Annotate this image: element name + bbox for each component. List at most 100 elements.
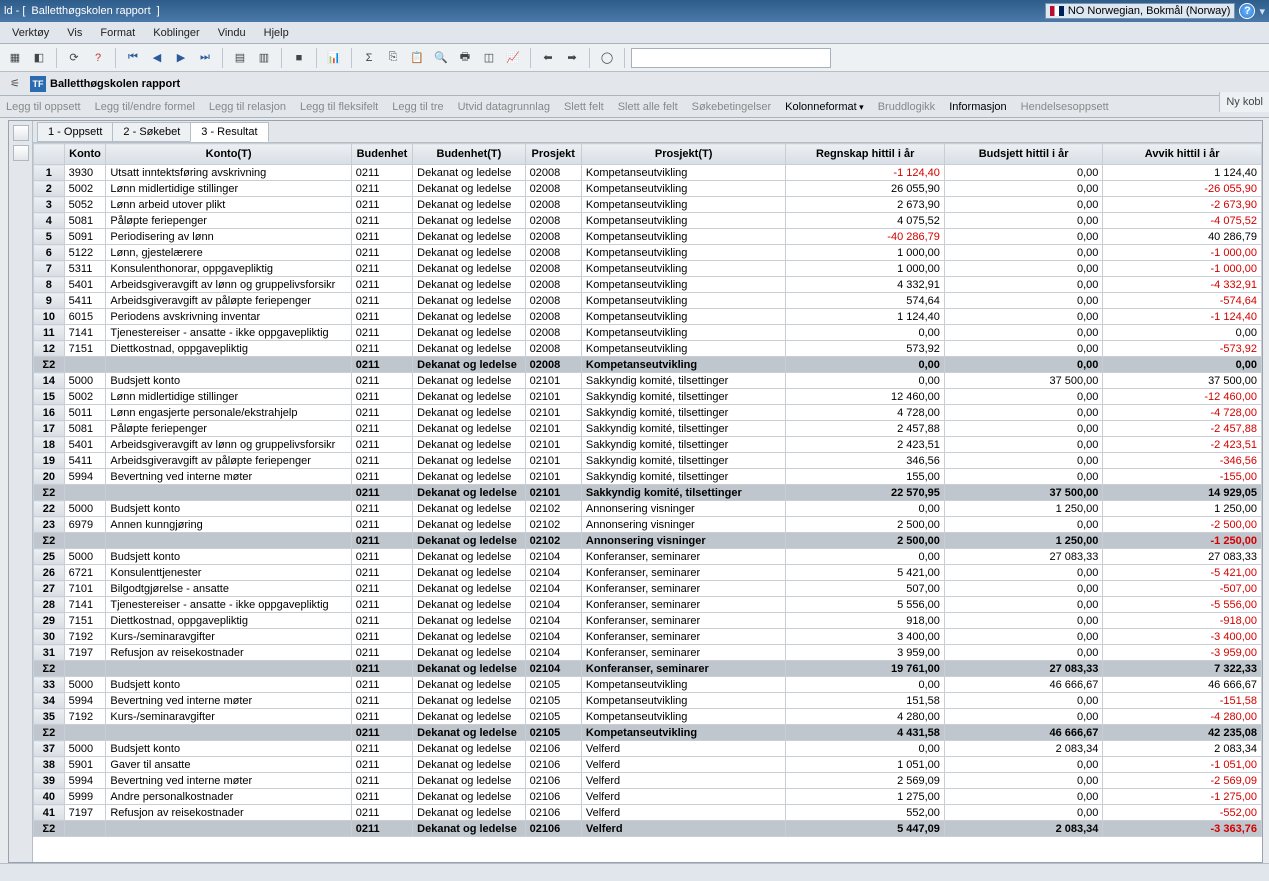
- table-row[interactable]: 45081Påløpte feriepenger0211Dekanat og l…: [34, 213, 1262, 229]
- nav-first-icon[interactable]: ⏮: [122, 47, 144, 69]
- menu-vindu[interactable]: Vindu: [210, 25, 254, 41]
- table-row[interactable]: 127151Diettkostnad, oppgavepliktig0211De…: [34, 341, 1262, 357]
- table-row[interactable]: 95411Arbeidsgiveravgift av påløpte ferie…: [34, 293, 1262, 309]
- tab-oppsett[interactable]: 1 - Oppsett: [37, 122, 113, 142]
- table-row[interactable]: Σ20211Dekanat og ledelse02008Kompetanseu…: [34, 357, 1262, 373]
- grid-scroll[interactable]: Konto Konto(T) Budenhet Budenhet(T) Pros…: [33, 143, 1262, 862]
- table-row[interactable]: 175081Påløpte feriepenger0211Dekanat og …: [34, 421, 1262, 437]
- table-row[interactable]: 345994Bevertning ved interne møter0211De…: [34, 693, 1262, 709]
- table-row[interactable]: 195411Arbeidsgiveravgift av påløpte feri…: [34, 453, 1262, 469]
- menu-vis[interactable]: Vis: [59, 25, 90, 41]
- toolbar-grid2-icon[interactable]: ▥: [253, 47, 275, 69]
- table-row[interactable]: 277101Bilgodtgjørelse - ansatte0211Dekan…: [34, 581, 1262, 597]
- table-row[interactable]: 155002Lønn midlertidige stillinger0211De…: [34, 389, 1262, 405]
- table-row[interactable]: 255000Budsjett konto0211Dekanat og ledel…: [34, 549, 1262, 565]
- table-row[interactable]: 405999Andre personalkostnader0211Dekanat…: [34, 789, 1262, 805]
- language-selector[interactable]: NO Norwegian, Bokmål (Norway): [1045, 3, 1236, 19]
- table-row[interactable]: 395994Bevertning ved interne møter0211De…: [34, 773, 1262, 789]
- toolbar-print-icon[interactable]: 🖶: [454, 47, 476, 69]
- gutter-btn-1[interactable]: [13, 125, 29, 141]
- table-row[interactable]: 236979Annen kunngjøring0211Dekanat og le…: [34, 517, 1262, 533]
- ribbon-informasjon[interactable]: Informasjon: [947, 101, 1008, 113]
- menu-verktoy[interactable]: Verktøy: [4, 25, 57, 41]
- toolbar-circle-icon[interactable]: ◯: [596, 47, 618, 69]
- tab-sokebet[interactable]: 2 - Søkebet: [112, 122, 191, 142]
- table-row[interactable]: 35052Lønn arbeid utover plikt0211Dekanat…: [34, 197, 1262, 213]
- toolbar-pivot-icon[interactable]: ◫: [478, 47, 500, 69]
- ribbon-slett-alle[interactable]: Slett alle felt: [616, 101, 680, 113]
- table-row[interactable]: 55091Periodisering av lønn0211Dekanat og…: [34, 229, 1262, 245]
- right-panel-button[interactable]: Ny kobl: [1219, 92, 1269, 112]
- toolbar-sum-icon[interactable]: Σ: [358, 47, 380, 69]
- nav-prev-icon[interactable]: ◀: [146, 47, 168, 69]
- table-row[interactable]: Σ20211Dekanat og ledelse02106Velferd5 44…: [34, 821, 1262, 837]
- toolbar-grid-icon[interactable]: ▤: [229, 47, 251, 69]
- col-konto[interactable]: Konto: [64, 144, 106, 165]
- table-row[interactable]: 317197Refusjon av reisekostnader0211Deka…: [34, 645, 1262, 661]
- table-row[interactable]: 13930Utsatt inntektsføring avskrivning02…: [34, 165, 1262, 181]
- col-budsjett[interactable]: Budsjett hittil i år: [944, 144, 1103, 165]
- toolbar-help[interactable]: ?: [87, 47, 109, 69]
- toolbar-preview-icon[interactable]: 🔍: [430, 47, 452, 69]
- table-row[interactable]: 65122Lønn, gjestelærere0211Dekanat og le…: [34, 245, 1262, 261]
- toolbar-arrow-right-icon[interactable]: ➡: [561, 47, 583, 69]
- ribbon-kolonneformat[interactable]: Kolonneformat: [783, 101, 866, 113]
- toolbar-btn-2[interactable]: ◧: [28, 47, 50, 69]
- col-budenhett[interactable]: Budenhet(T): [413, 144, 525, 165]
- ribbon-legg-relasjon[interactable]: Legg til relasjon: [207, 101, 288, 113]
- table-row[interactable]: 307192Kurs-/seminaravgifter0211Dekanat o…: [34, 629, 1262, 645]
- toolbar-copy-icon[interactable]: ⎘: [382, 47, 404, 69]
- table-row[interactable]: 225000Budsjett konto0211Dekanat og ledel…: [34, 501, 1262, 517]
- docbar-filter-icon[interactable]: ⚟: [4, 73, 26, 95]
- toolbar-chart-icon[interactable]: 📊: [323, 47, 345, 69]
- toolbar-btn-1[interactable]: ▦: [4, 47, 26, 69]
- table-row[interactable]: Σ20211Dekanat og ledelse02105Kompetanseu…: [34, 725, 1262, 741]
- col-rownum[interactable]: [34, 144, 65, 165]
- col-kontot[interactable]: Konto(T): [106, 144, 351, 165]
- ribbon-legg-tre[interactable]: Legg til tre: [390, 101, 445, 113]
- table-row[interactable]: 375000Budsjett konto0211Dekanat og ledel…: [34, 741, 1262, 757]
- ribbon-legg-oppsett[interactable]: Legg til oppsett: [4, 101, 83, 113]
- table-row[interactable]: Σ20211Dekanat og ledelse02104Konferanser…: [34, 661, 1262, 677]
- table-row[interactable]: 106015Periodens avskrivning inventar0211…: [34, 309, 1262, 325]
- table-row[interactable]: 287141Tjenestereiser - ansatte - ikke op…: [34, 597, 1262, 613]
- table-row[interactable]: 117141Tjenestereiser - ansatte - ikke op…: [34, 325, 1262, 341]
- ribbon-sokebetingelser[interactable]: Søkebetingelser: [690, 101, 774, 113]
- toolbar-arrow-left-icon[interactable]: ⬅: [537, 47, 559, 69]
- table-row[interactable]: 185401Arbeidsgiveravgift av lønn og grup…: [34, 437, 1262, 453]
- help-icon[interactable]: ?: [1239, 3, 1255, 19]
- ribbon-legg-fleksifelt[interactable]: Legg til fleksifelt: [298, 101, 380, 113]
- col-regnskap[interactable]: Regnskap hittil i år: [786, 144, 945, 165]
- table-row[interactable]: Σ20211Dekanat og ledelse02101Sakkyndig k…: [34, 485, 1262, 501]
- table-row[interactable]: 266721Konsulenttjenester0211Dekanat og l…: [34, 565, 1262, 581]
- nav-next-icon[interactable]: ▶: [170, 47, 192, 69]
- menu-hjelp[interactable]: Hjelp: [256, 25, 297, 41]
- ribbon-endre-formel[interactable]: Legg til/endre formel: [93, 101, 197, 113]
- ribbon-hendelse[interactable]: Hendelsesoppsett: [1019, 101, 1111, 113]
- toolbar-refresh[interactable]: ⟳: [63, 47, 85, 69]
- col-prosjektt[interactable]: Prosjekt(T): [581, 144, 786, 165]
- toolbar-stop-icon[interactable]: ■: [288, 47, 310, 69]
- table-row[interactable]: 165011Lønn engasjerte personale/ekstrahj…: [34, 405, 1262, 421]
- table-row[interactable]: 417197Refusjon av reisekostnader0211Deka…: [34, 805, 1262, 821]
- menu-koblinger[interactable]: Koblinger: [145, 25, 207, 41]
- ribbon-utvid[interactable]: Utvid datagrunnlag: [456, 101, 552, 113]
- col-avvik[interactable]: Avvik hittil i år: [1103, 144, 1262, 165]
- table-row[interactable]: 385901Gaver til ansatte0211Dekanat og le…: [34, 757, 1262, 773]
- table-row[interactable]: 85401Arbeidsgiveravgift av lønn og grupp…: [34, 277, 1262, 293]
- gutter-btn-2[interactable]: [13, 145, 29, 161]
- table-row[interactable]: 357192Kurs-/seminaravgifter0211Dekanat o…: [34, 709, 1262, 725]
- table-row[interactable]: 297151Diettkostnad, oppgavepliktig0211De…: [34, 613, 1262, 629]
- toolbar-paste-icon[interactable]: 📋: [406, 47, 428, 69]
- nav-last-icon[interactable]: ⏭: [194, 47, 216, 69]
- toolbar-combo[interactable]: [631, 48, 831, 68]
- ribbon-slett-felt[interactable]: Slett felt: [562, 101, 606, 113]
- col-budenhet[interactable]: Budenhet: [351, 144, 412, 165]
- table-row[interactable]: 145000Budsjett konto0211Dekanat og ledel…: [34, 373, 1262, 389]
- tab-resultat[interactable]: 3 - Resultat: [190, 122, 268, 142]
- table-row[interactable]: 75311Konsulenthonorar, oppgavepliktig021…: [34, 261, 1262, 277]
- table-row[interactable]: Σ20211Dekanat og ledelse02102Annonsering…: [34, 533, 1262, 549]
- ribbon-bruddlogikk[interactable]: Bruddlogikk: [876, 101, 937, 113]
- dropdown-icon[interactable]: ▾: [1259, 5, 1265, 18]
- toolbar-analytics-icon[interactable]: 📈: [502, 47, 524, 69]
